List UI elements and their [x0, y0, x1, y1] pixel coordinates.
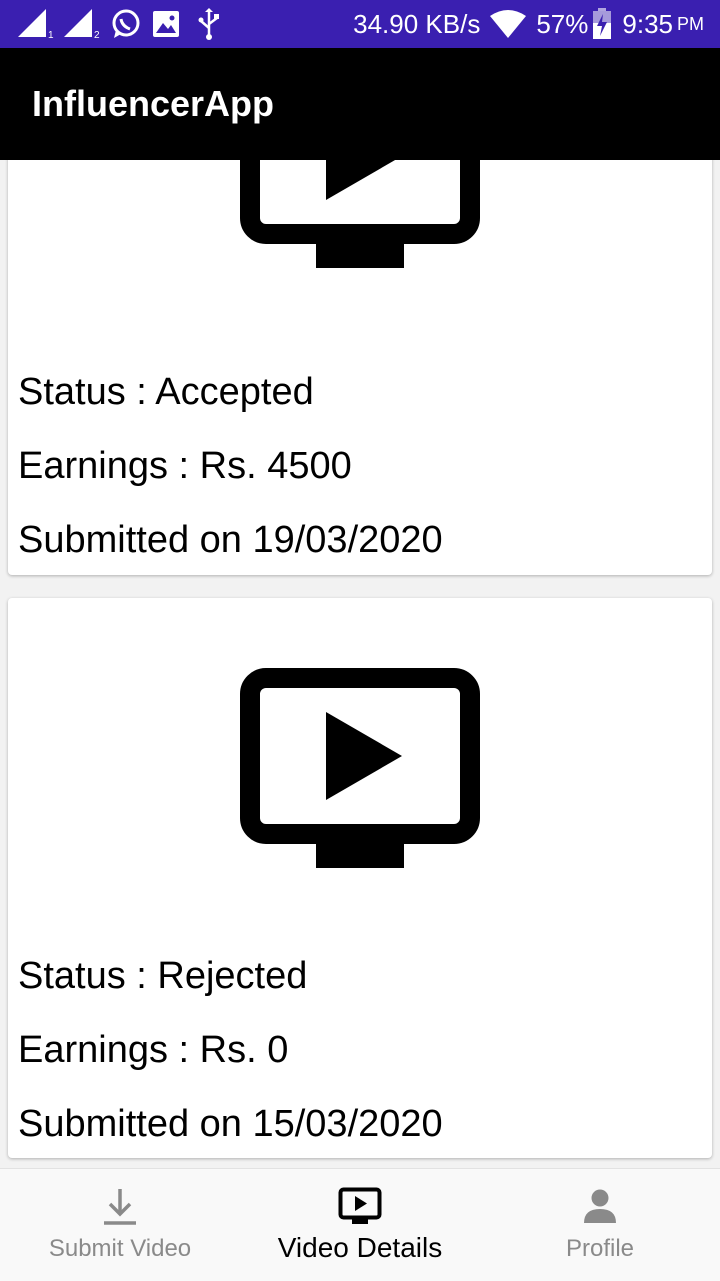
- bottom-navigation: Submit Video Video Details Profile: [0, 1168, 720, 1281]
- battery-percent: 57%: [536, 8, 589, 39]
- battery-icon: [592, 8, 612, 40]
- nav-item-profile[interactable]: Profile: [480, 1169, 720, 1281]
- video-card[interactable]: Status : Accepted Earnings : Rs. 4500 Su…: [8, 160, 712, 575]
- nav-label-profile: Profile: [565, 1235, 635, 1262]
- video-tv-icon: [338, 1187, 382, 1227]
- nav-item-video-details[interactable]: Video Details: [240, 1169, 480, 1281]
- clock-time: 9:35: [622, 8, 673, 39]
- wifi-icon: [490, 10, 527, 38]
- video-list[interactable]: Status : Accepted Earnings : Rs. 4500 Su…: [0, 160, 720, 1168]
- svg-text:1: 1: [48, 30, 54, 39]
- app-bar: InfluencerApp: [0, 48, 720, 160]
- network-speed: 34.90 KB/s: [353, 8, 481, 39]
- nav-item-submit-video[interactable]: Submit Video: [0, 1169, 240, 1281]
- video-tv-icon: [240, 160, 480, 280]
- download-icon: [102, 1187, 138, 1227]
- video-tv-icon: [240, 668, 480, 880]
- video-status: Status : Accepted: [18, 371, 314, 413]
- nav-label-submit-video: Submit Video: [48, 1235, 192, 1262]
- status-bar: 1 2 34.90 KB/s 57% 9:35 PM: [0, 0, 720, 48]
- video-submitted-date: Submitted on 19/03/2020: [18, 519, 443, 561]
- usb-icon: [198, 8, 220, 40]
- video-earnings: Earnings : Rs. 4500: [18, 445, 352, 487]
- clock-ampm: PM: [677, 13, 704, 34]
- image-icon: [152, 10, 180, 38]
- video-submitted-date: Submitted on 15/03/2020: [18, 1103, 443, 1145]
- video-status: Status : Rejected: [18, 955, 308, 997]
- video-earnings: Earnings : Rs. 0: [18, 1029, 289, 1071]
- signal-2-icon: 2: [64, 9, 100, 39]
- whatsapp-icon: [110, 8, 142, 40]
- svg-text:2: 2: [94, 30, 100, 39]
- nav-label-video-details: Video Details: [277, 1232, 443, 1263]
- video-card[interactable]: Status : Rejected Earnings : Rs. 0 Submi…: [8, 598, 712, 1158]
- signal-1-icon: 1: [18, 9, 54, 39]
- person-icon: [582, 1187, 618, 1227]
- status-bar-right: 34.90 KB/s 57% 9:35 PM: [353, 0, 704, 48]
- status-bar-left: 1 2: [18, 0, 220, 48]
- app-title: InfluencerApp: [32, 83, 275, 124]
